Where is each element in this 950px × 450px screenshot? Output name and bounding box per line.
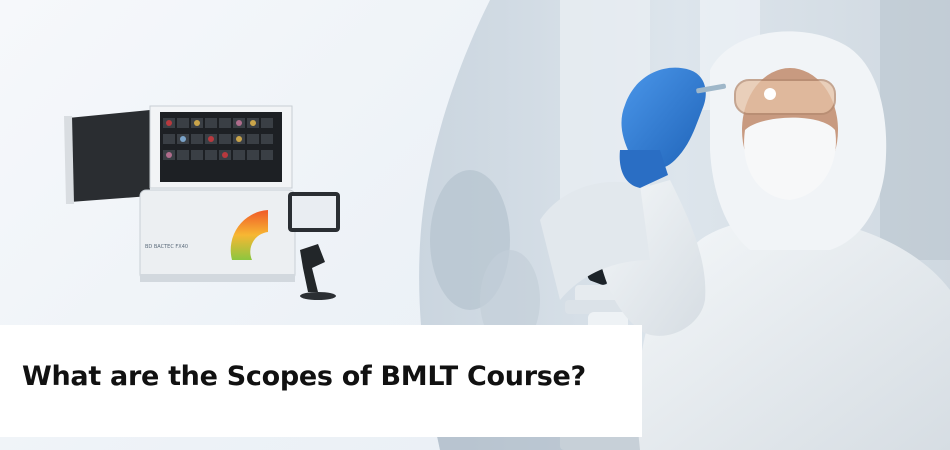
- device-brand-label: BD BACTEC FX40: [145, 244, 188, 250]
- title-band: What are the Scopes of BMLT Course?: [0, 325, 642, 437]
- lab-instrument: BD BACTEC FX40: [64, 105, 340, 300]
- page-title: What are the Scopes of BMLT Course?: [22, 361, 586, 392]
- banner-canvas: BD BACTEC FX40 What are the Scopes of BM…: [0, 0, 950, 450]
